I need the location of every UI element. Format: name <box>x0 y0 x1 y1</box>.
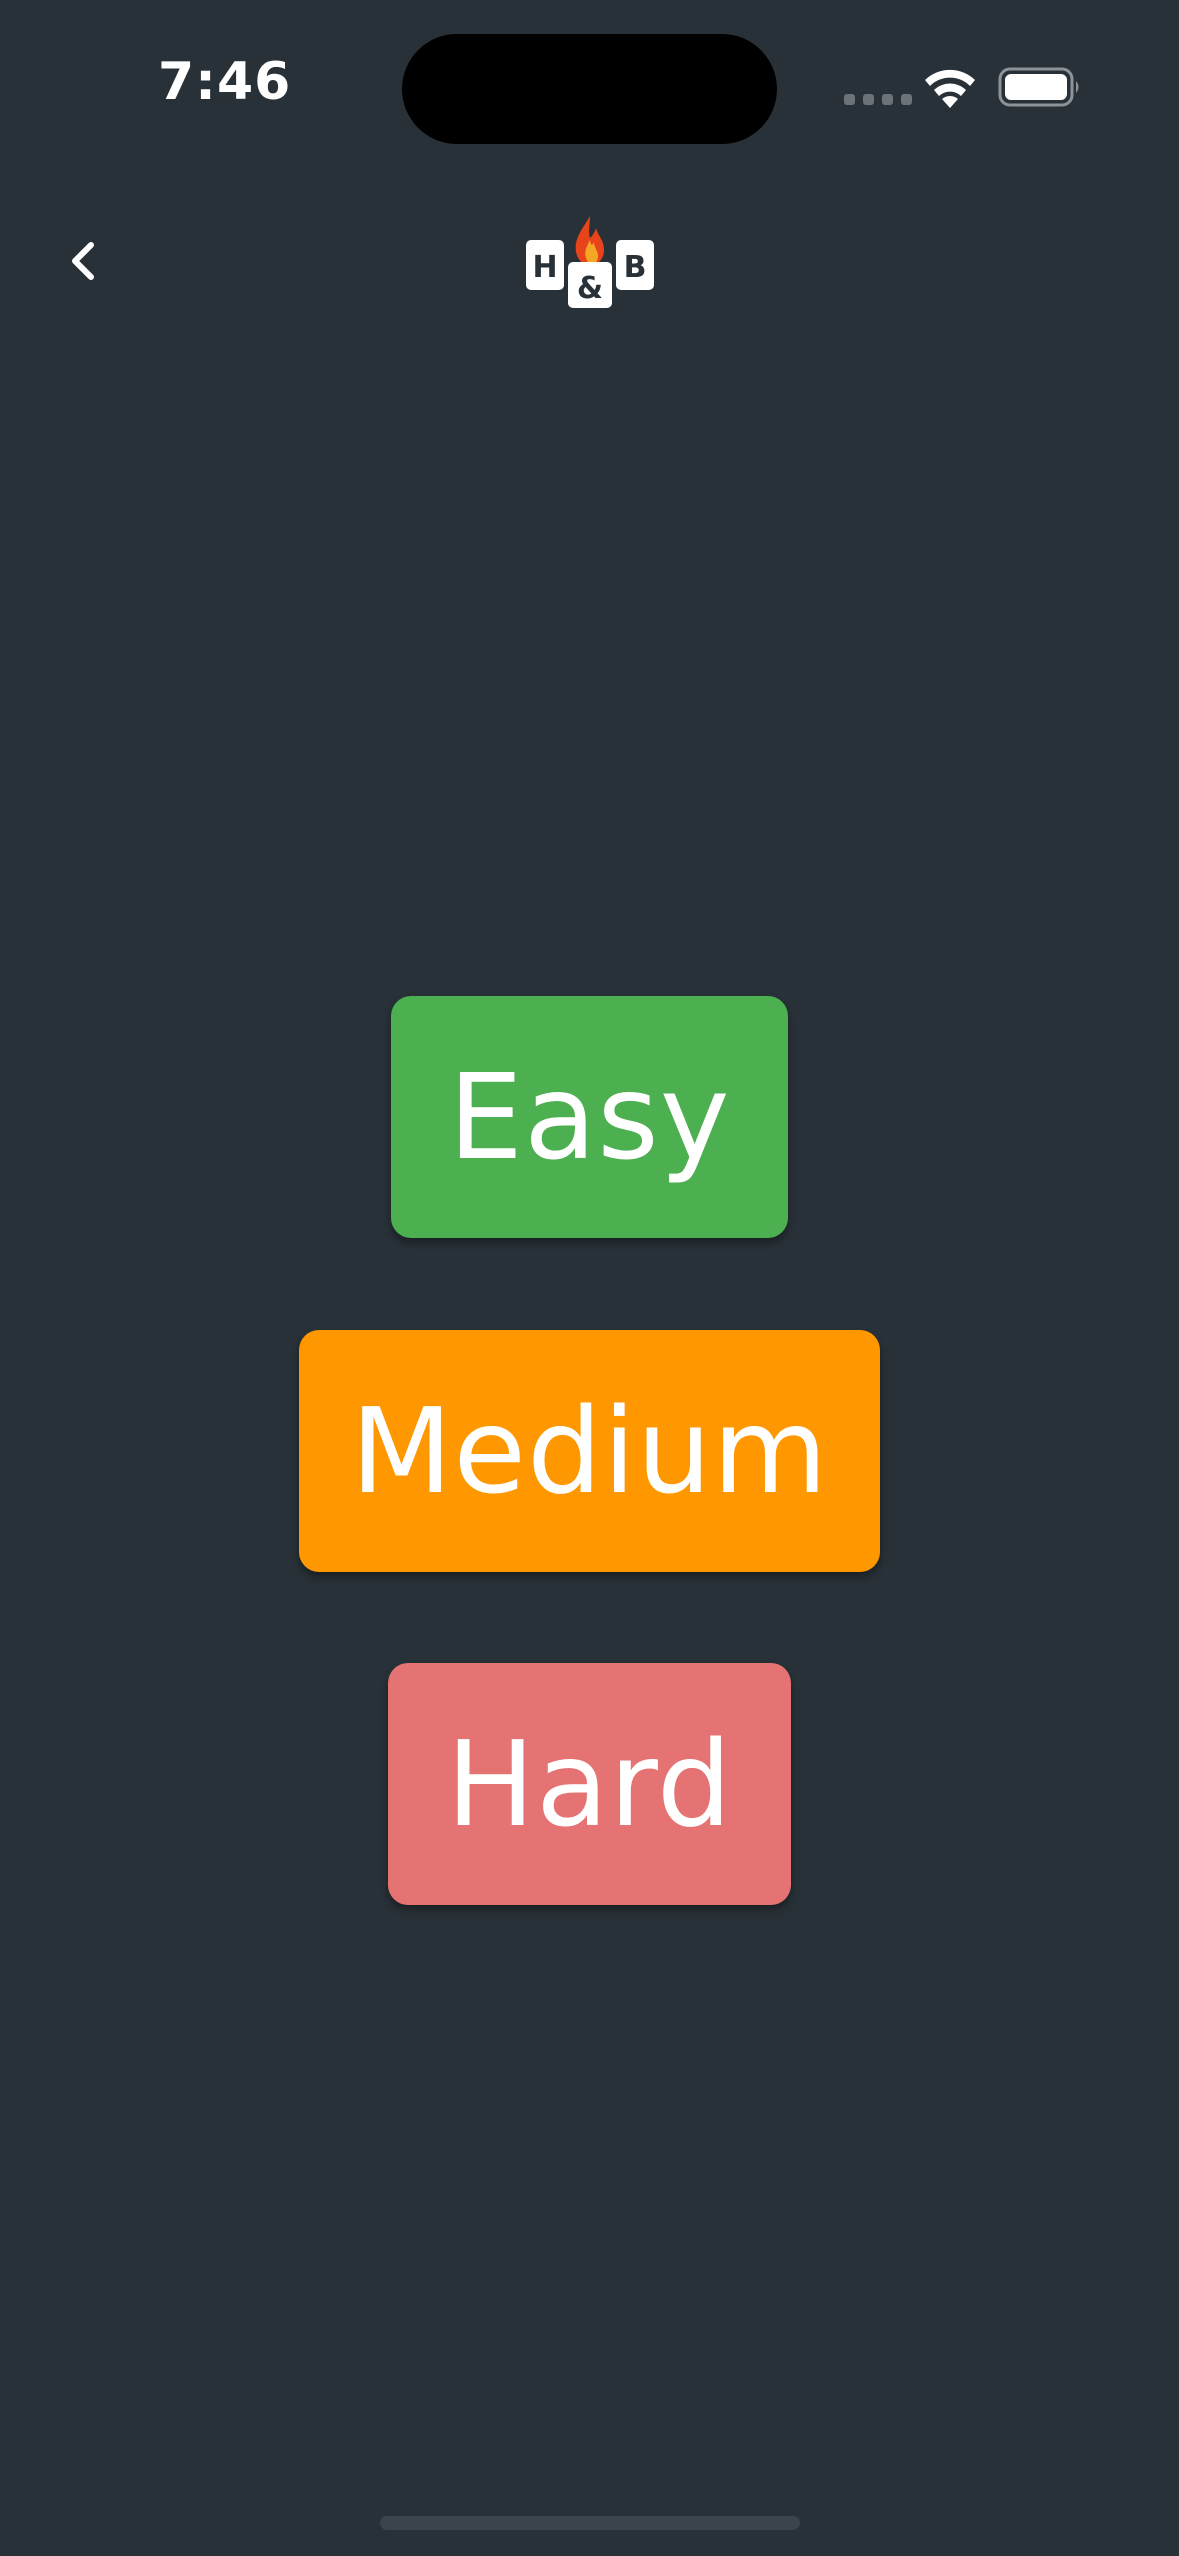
easy-button[interactable]: Easy <box>391 996 788 1238</box>
difficulty-screen: 7:46 H B & Easy Medium Hard <box>0 0 1179 2556</box>
hard-button[interactable]: Hard <box>388 1663 791 1905</box>
status-time: 7:46 <box>158 52 292 112</box>
flame-icon <box>575 216 604 266</box>
chevron-left-icon <box>72 242 94 280</box>
app-logo: H B & <box>526 216 654 308</box>
home-indicator[interactable] <box>380 2516 800 2530</box>
back-button[interactable] <box>52 226 112 296</box>
svg-text:B: B <box>624 250 647 285</box>
cellular-dots-icon <box>844 94 912 105</box>
dynamic-island <box>402 34 777 144</box>
svg-text:H: H <box>532 250 557 285</box>
svg-text:&: & <box>577 271 603 306</box>
medium-button[interactable]: Medium <box>299 1330 880 1572</box>
wifi-icon <box>925 69 975 108</box>
battery-icon <box>998 67 1079 107</box>
